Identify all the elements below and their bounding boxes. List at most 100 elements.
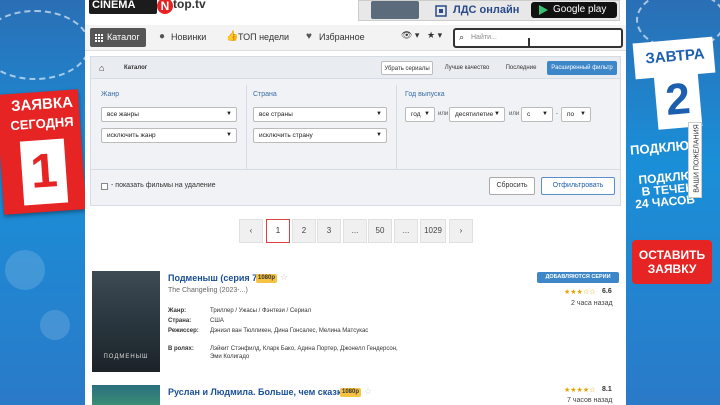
view-toggle-icon[interactable]: 👁 ▾ [401, 30, 419, 41]
advanced-filter-button[interactable]: Расширенный фильтр [547, 61, 617, 75]
poster-title: ПОДМЕНЫШ [103, 354, 149, 360]
nav-top-week[interactable]: ТОП недели [238, 32, 289, 42]
favorite-star-icon[interactable]: ☆ [280, 272, 288, 283]
banner-decoration [0, 10, 85, 80]
rating-value: 8.1 [602, 386, 612, 393]
star-filter-icon[interactable]: ★ ▾ [427, 30, 442, 41]
nav-new[interactable]: Новинки [171, 32, 206, 42]
select-value: исключить жанр [107, 132, 156, 139]
chevron-down-icon: ▼ [580, 111, 586, 117]
year-to-select[interactable]: по ▼ [561, 107, 591, 122]
app-promo-banner[interactable]: ЛДС онлайн Google play [358, 0, 620, 21]
hide-series-button[interactable]: Убрать сериалы [381, 61, 433, 75]
page-ellipsis[interactable]: ... [343, 219, 367, 243]
year-mode-select[interactable]: год ▼ [405, 107, 435, 122]
banner-apply-button[interactable]: ОСТАВИТЬ ЗАЯВКУ [632, 240, 712, 284]
film-director-row: Режиссер: Дэниэл ван Тюлликен, Дина Гонса… [168, 327, 428, 343]
or-label: или [509, 111, 520, 117]
logo-cinema: CINEMA [89, 0, 157, 14]
chevron-down-icon: ▼ [226, 111, 232, 117]
search-placeholder: Найти... [471, 34, 497, 41]
field-key: Режиссер: [168, 328, 199, 334]
select-value: исключить страну [259, 132, 313, 139]
right-ad-banner[interactable]: ЗАВТРА 2 ПОДКЛЮ ПОДКЛЮ В ТЕЧЕН 24 ЧАСОВ … [626, 0, 720, 405]
favorite-star-icon[interactable]: ☆ [364, 386, 372, 397]
field-value: Триллер / Ужасы / Фэнтези / Сериал [210, 308, 312, 314]
film-item[interactable]: Руслан и Людмила. Больше, чем сказка 108… [90, 385, 621, 405]
nav-favorites[interactable]: Избранное [319, 32, 365, 42]
rating-stars: ★★★★☆ [564, 387, 596, 394]
search-input[interactable]: ⌕ Найти... [453, 28, 623, 48]
field-key: В ролях: [168, 346, 194, 352]
film-cast-row: В ролях: Лэйкит Стэнфилд, Кларк Бако, Ади… [168, 345, 428, 361]
thumbs-up-icon: 👍 [226, 31, 239, 42]
divider [396, 85, 397, 169]
genre-exclude-select[interactable]: исключить жанр ▼ [101, 128, 237, 143]
quality-badge: 1080p [256, 274, 278, 283]
wishes-label: ВАШИ ПОЖЕЛАНИЯ [693, 124, 701, 193]
filter-header: ⌂ Каталог Убрать сериалы Лучше качество … [91, 57, 620, 79]
updated-time: 2 часа назад [571, 300, 613, 307]
select-value: все жанры [107, 111, 139, 118]
show-removed-label: - показать фильмы на удаление [111, 182, 216, 189]
lds-online-label: ЛДС онлайн [453, 4, 520, 16]
home-icon[interactable]: ⌂ [99, 63, 104, 73]
google-play-button[interactable]: Google play [531, 2, 617, 18]
rating-value: 6.6 [602, 288, 612, 295]
quality-badge: 1080p [340, 388, 362, 397]
decade-select[interactable]: десятилетие ▼ [449, 107, 505, 122]
page-ellipsis[interactable]: ... [394, 219, 418, 243]
page-button[interactable]: 1029 [420, 219, 446, 243]
next-page-icon[interactable]: › [449, 219, 473, 243]
best-quality-button[interactable]: Лучше качество [439, 61, 495, 75]
country-include-select[interactable]: все страны ▼ [253, 107, 387, 122]
page-button[interactable]: 3 [317, 219, 341, 243]
field-key: Жанр: [168, 308, 187, 314]
latest-button[interactable]: Последние [501, 61, 541, 75]
page-button[interactable]: 2 [292, 219, 316, 243]
breadcrumb[interactable]: Каталог [124, 65, 147, 71]
film-original-title: The Changeling (2023-...) [168, 287, 248, 294]
main-column: CINEMA N top.tv ЛДС онлайн Google play К… [85, 0, 626, 405]
page-button[interactable]: 50 [368, 219, 392, 243]
select-value: с [527, 111, 531, 118]
grid-icon [95, 34, 103, 42]
catalog-button[interactable]: Каталог [90, 28, 146, 47]
banner-number: 1 [19, 138, 69, 206]
chevron-down-icon: ▼ [424, 111, 430, 117]
year-label: Год выпуска [405, 91, 445, 98]
field-value: Лэйкит Стэнфилд, Кларк Бако, Адина Порте… [210, 346, 398, 360]
text-cursor [528, 38, 530, 47]
film-item[interactable]: ПОДМЕНЫШ Подменыш (серия 7) 1080p ☆ The … [90, 271, 621, 381]
year-from-select[interactable]: с ▼ [521, 107, 553, 122]
reset-button[interactable]: Сбросить [489, 177, 535, 195]
updated-time: 7 часов назад [567, 397, 613, 404]
new-icon: ● [159, 31, 166, 42]
apply-filter-button[interactable]: Отфильтровать [541, 177, 615, 195]
show-removed-checkbox[interactable] [101, 183, 108, 190]
country-exclude-select[interactable]: исключить страну ▼ [253, 128, 387, 143]
field-value: Дэниэл ван Тюлликен, Дина Гонсалес, Мели… [210, 328, 369, 334]
search-icon: ⌕ [459, 32, 465, 42]
wishes-tab[interactable]: ВАШИ ПОЖЕЛАНИЯ [688, 122, 702, 198]
page-button[interactable]: 1 [266, 219, 290, 243]
film-poster[interactable] [92, 385, 160, 405]
top-bar: CINEMA N top.tv ЛДС онлайн Google play [85, 0, 626, 22]
genre-include-select[interactable]: все жанры ▼ [101, 107, 237, 122]
genre-label: Жанр [101, 91, 120, 98]
left-ad-banner[interactable]: ЗАЯВКА СЕГОДНЯ 1 [0, 0, 85, 405]
film-title[interactable]: Руслан и Людмила. Больше, чем сказка [168, 387, 346, 397]
field-key: Страна: [168, 318, 192, 324]
chevron-down-icon: ▼ [376, 132, 382, 138]
prev-page-icon[interactable]: ‹ [239, 219, 263, 243]
rating-stars: ★★★☆☆ [564, 289, 596, 296]
filter-panel: ⌂ Каталог Убрать сериалы Лучше качество … [90, 56, 621, 206]
heart-icon: ♥ [306, 31, 312, 42]
film-poster[interactable]: ПОДМЕНЫШ [92, 271, 160, 372]
film-title[interactable]: Подменыш (серия 7) [168, 273, 260, 283]
main-nav: Каталог ● Новинки 👍 ТОП недели ♥ Избранн… [85, 25, 626, 51]
select-value: десятилетие [455, 111, 494, 118]
status-badge: ДОБАВЛЯЮТСЯ СЕРИИ [537, 272, 619, 283]
logo-domain: top.tv [173, 0, 206, 11]
banner-decoration [40, 310, 70, 340]
